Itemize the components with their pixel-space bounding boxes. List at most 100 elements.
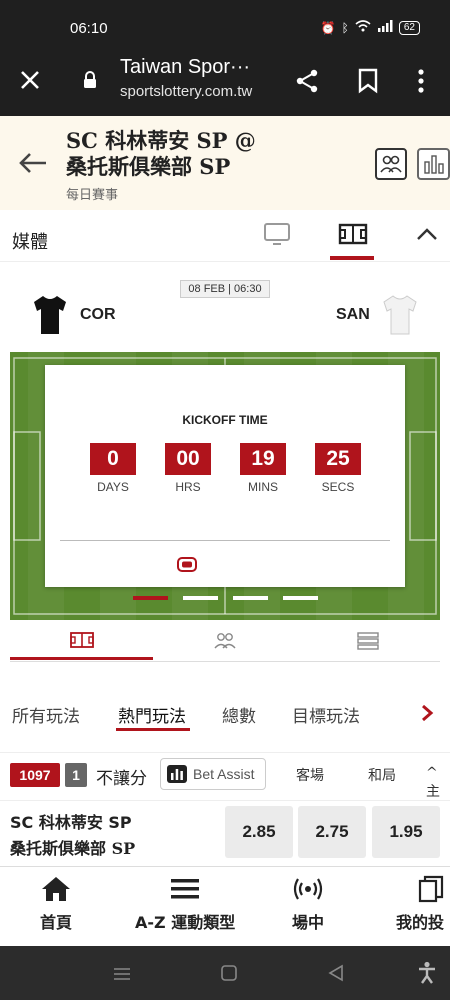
live-broadcast-icon — [293, 878, 323, 900]
lineup-icon — [380, 155, 402, 173]
status-icons: ⏰ ᛒ 62 — [321, 20, 420, 35]
countdown-mins: 19 — [240, 443, 286, 475]
page-url[interactable]: sportslottery.com.tw — [120, 83, 252, 100]
alarm-icon: ⏰ — [320, 20, 336, 35]
battery-indicator: 62 — [398, 20, 420, 35]
event-header: SC 科林蒂安 SP @ 桑托斯俱樂部 SP 每日賽事 — [0, 116, 450, 210]
countdown-days-label: DAYS — [97, 480, 129, 494]
nav-my-bets[interactable]: 我的投 — [396, 875, 448, 933]
tab-pitch[interactable] — [10, 622, 153, 660]
back-arrow-icon[interactable] — [18, 152, 48, 174]
tv-icon[interactable] — [263, 222, 291, 246]
menu-icon — [171, 879, 200, 899]
lock-icon — [82, 70, 98, 90]
page-title: Taiwan Spor··· — [120, 56, 251, 78]
bottom-nav: 首頁 A-Z 運動類型 場中 我的投 — [0, 866, 450, 946]
pitch-view-icon[interactable] — [338, 222, 368, 246]
back-nav-icon[interactable] — [327, 964, 345, 982]
countdown-hrs: 00 — [165, 443, 211, 475]
tab-all-bets[interactable]: 所有玩法 — [12, 702, 80, 727]
event-title-line2: 桑托斯俱樂部 SP — [66, 154, 231, 179]
teams-row: 08 FEB | 06:30 COR SAN — [0, 270, 450, 350]
live-stream-icon[interactable] — [177, 557, 197, 572]
tab-goal-bets[interactable]: 目標玩法 — [292, 702, 360, 727]
home-jersey-icon — [32, 294, 68, 336]
match-row: SC 科林蒂安 SP 桑托斯俱樂部 SP 2.85 2.75 1.95 — [0, 800, 450, 866]
status-bar: 06:10 ⏰ ᛒ 62 — [0, 0, 450, 46]
android-nav-bar — [0, 946, 450, 1000]
nav-my-bets-label: 我的投 — [396, 913, 445, 932]
market-header: 1097 1 不讓分 Bet Assist 客場 和局 ^主 — [0, 752, 450, 800]
col-home-header[interactable]: ^主 — [426, 765, 450, 801]
market-id-badge: 1097 — [10, 763, 60, 787]
tab-totals[interactable]: 總數 — [222, 702, 256, 727]
nav-sports-az[interactable]: A-Z 運動類型 — [135, 875, 235, 933]
carousel-dots — [130, 596, 320, 602]
event-subtitle: 每日賽事 — [66, 188, 119, 203]
accessibility-icon[interactable] — [417, 961, 437, 985]
list-tab-icon — [356, 632, 379, 650]
bookmark-icon[interactable] — [357, 68, 379, 94]
tab-list[interactable] — [296, 622, 439, 660]
sort-up-icon: ^ — [426, 765, 438, 781]
home-icon — [42, 877, 70, 901]
view-tabs — [10, 622, 440, 662]
nav-sports-label: A-Z 運動類型 — [135, 913, 236, 932]
media-tab-indicator — [330, 256, 374, 260]
scroll-right-button[interactable] — [410, 696, 444, 730]
tab-lineup[interactable] — [153, 622, 296, 660]
market-number-badge: 1 — [65, 763, 87, 787]
odds-away[interactable]: 2.85 — [225, 806, 293, 858]
bet-assist-label: Bet Assist — [193, 766, 255, 782]
collapse-chevron-icon[interactable] — [416, 226, 438, 242]
carousel-dot[interactable] — [233, 596, 268, 600]
carousel-dot[interactable] — [283, 596, 318, 600]
col-away: 客場 — [296, 768, 324, 784]
close-icon[interactable] — [18, 68, 42, 92]
row-team1: SC 科林蒂安 SP — [10, 813, 132, 832]
row-team2: 桑托斯俱樂部 SP — [10, 839, 136, 858]
share-icon[interactable] — [294, 68, 320, 94]
stats-button[interactable] — [417, 148, 450, 180]
bet-tab-indicator — [116, 728, 190, 731]
bet-assist-icon — [167, 765, 187, 783]
lineup-tab-icon — [213, 633, 236, 649]
status-time: 06:10 — [70, 20, 108, 37]
away-jersey-icon — [382, 294, 418, 336]
home-team-code: COR — [80, 306, 116, 323]
chevron-right-icon — [422, 704, 434, 722]
lineup-button[interactable] — [375, 148, 407, 180]
recents-icon[interactable] — [113, 966, 131, 980]
market-name: 不讓分 — [96, 769, 147, 789]
bet-assist-button[interactable]: Bet Assist — [160, 758, 266, 790]
odds-home[interactable]: 1.95 — [372, 806, 440, 858]
bet-type-tabs: 所有玩法 熱門玩法 總數 目標玩法 — [0, 696, 450, 732]
countdown-hrs-label: HRS — [175, 480, 201, 494]
match-date: 08 FEB | 06:30 — [180, 280, 270, 298]
event-title-line1: SC 科林蒂安 SP @ — [66, 128, 256, 153]
bar-chart-icon — [423, 155, 444, 174]
carousel-dot[interactable] — [183, 596, 218, 600]
tab-popular-bets[interactable]: 熱門玩法 — [118, 702, 186, 727]
countdown-card: KICKOFF TIME 0 00 19 25 DAYS HRS MINS SE… — [45, 365, 405, 587]
nav-live[interactable]: 場中 — [292, 875, 324, 933]
event-title: SC 科林蒂安 SP @ 桑托斯俱樂部 SP — [66, 128, 256, 180]
nav-home[interactable]: 首頁 — [40, 875, 72, 933]
nav-home-label: 首頁 — [40, 913, 73, 932]
nav-live-label: 場中 — [292, 913, 325, 932]
countdown-title: KICKOFF TIME — [182, 413, 268, 427]
more-menu-icon[interactable] — [414, 68, 428, 94]
wifi-icon — [355, 20, 371, 35]
countdown-secs-label: SECS — [321, 480, 355, 494]
carousel-dot-active[interactable] — [133, 596, 168, 600]
col-draw: 和局 — [368, 768, 396, 784]
media-label: 媒體 — [12, 232, 48, 253]
away-team-code: SAN — [336, 306, 370, 323]
home-nav-icon[interactable] — [220, 964, 238, 982]
my-bets-icon — [418, 875, 444, 903]
countdown-mins-label: MINS — [248, 480, 278, 494]
odds-draw[interactable]: 2.75 — [298, 806, 366, 858]
col-home: 主 — [426, 784, 440, 800]
pitch-tab-icon — [69, 631, 94, 648]
countdown-days: 0 — [90, 443, 136, 475]
